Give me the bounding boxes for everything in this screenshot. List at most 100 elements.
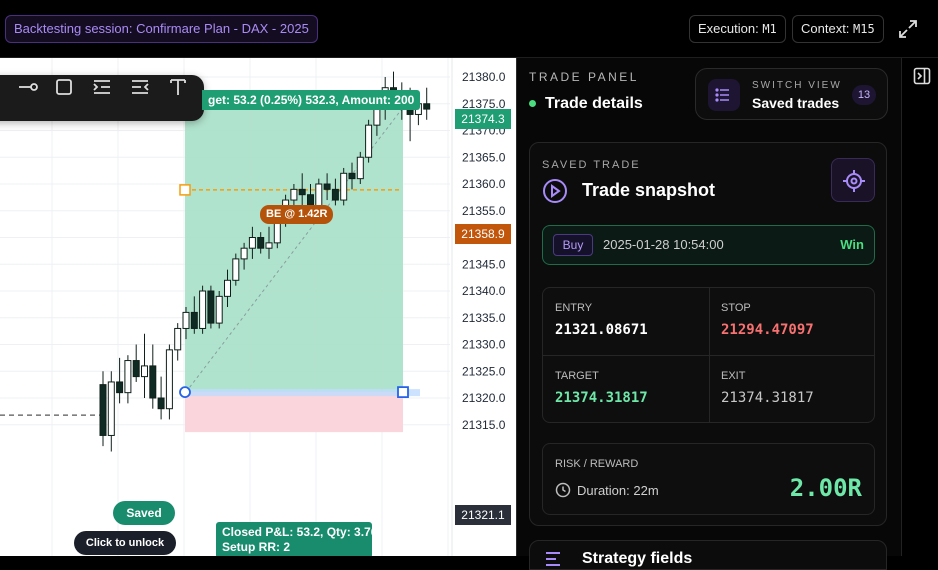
saved-count-badge: 13 <box>852 85 876 105</box>
trade-result-strip: Buy 2025-01-28 10:54:00 Win <box>542 225 875 265</box>
top-bar: Backtesting session: Confirmare Plan - D… <box>0 0 938 58</box>
execution-timeframe-pill[interactable]: Execution: M1 <box>689 15 786 43</box>
entry-label: ENTRY <box>555 302 593 314</box>
price-axis-label: 21380.0 <box>462 70 506 84</box>
price-axis-label: 21330.0 <box>462 338 506 352</box>
chart-canvas[interactable]: 21380.021375.021370.021365.021360.021355… <box>0 58 516 556</box>
price-chart[interactable]: 21380.0 21375.0 21370.0 21365.0 21360.0 21355… <box>0 58 516 556</box>
long-position-tool-icon[interactable] <box>90 75 114 99</box>
execution-label: Execution: <box>698 21 759 36</box>
exit-value: 21374.31817 <box>721 390 814 406</box>
candle-body <box>232 258 240 281</box>
price-axis-label: 21315.0 <box>462 418 506 432</box>
list-icon <box>708 79 740 111</box>
candle-body <box>248 237 256 249</box>
stop-label: STOP <box>721 302 751 314</box>
saved-badge[interactable]: Saved <box>113 501 175 525</box>
target-value: 21374.31817 <box>555 390 648 406</box>
price-axis-label: 21345.0 <box>462 257 506 271</box>
exit-handle <box>397 386 409 399</box>
price-grid: ENTRY 21321.08671 STOP 21294.47097 TARGE… <box>542 287 875 423</box>
breakeven-price-tag: 21358.9 <box>455 224 511 244</box>
collapse-panel-icon[interactable] <box>912 66 932 86</box>
locate-trade-button[interactable] <box>831 158 875 202</box>
expand-icon[interactable] <box>896 17 920 41</box>
panel-heading: TRADE PANEL <box>529 70 639 84</box>
candle-body <box>207 290 215 324</box>
candle-body <box>257 237 265 249</box>
candle-body <box>149 365 157 399</box>
entry-handle <box>179 386 191 399</box>
context-label: Context: <box>801 21 850 36</box>
candle-body <box>141 365 148 378</box>
price-axis-label: 21335.0 <box>462 311 506 325</box>
target-label: get: 53.2 (0.25%) 532.3, Amount: 200 <box>202 90 421 110</box>
candle-body <box>298 188 306 196</box>
context-value: M15 <box>853 22 875 36</box>
drawing-toolbar <box>0 75 204 121</box>
side-badge: Buy <box>553 234 593 256</box>
stop-value: 21294.47097 <box>721 322 814 338</box>
rr-label: RISK / REWARD <box>555 458 639 470</box>
rr-value: 2.00R <box>789 474 862 502</box>
risk-reward-box: RISK / REWARD Duration: 22m 2.00R <box>542 443 875 515</box>
candle-body <box>99 384 107 436</box>
play-icon <box>543 179 567 203</box>
rectangle-tool-icon[interactable] <box>52 75 76 99</box>
candle-body <box>199 290 207 329</box>
strategy-fields-title: Strategy fields <box>582 550 693 567</box>
candle-body <box>124 360 132 394</box>
text-tool-icon[interactable] <box>166 75 190 99</box>
card-kicker: SAVED TRADE <box>542 159 641 171</box>
candle-body <box>182 311 190 329</box>
entry-band <box>185 389 420 397</box>
candle-body <box>340 172 348 201</box>
price-axis-label: 21320.0 <box>462 391 506 405</box>
candle-body <box>365 124 373 158</box>
crosshair-icon <box>843 170 865 192</box>
candle-body <box>224 279 231 297</box>
status-dot <box>529 100 536 107</box>
grid-divider-horizontal <box>543 355 874 356</box>
line-tool-icon[interactable] <box>16 75 40 99</box>
execution-value: M1 <box>762 22 777 36</box>
switch-view-button[interactable]: SWITCH VIEW Saved trades 13 <box>695 68 888 120</box>
trade-result: Win <box>840 237 864 252</box>
candle-body <box>356 156 364 180</box>
trade-panel: TRADE PANEL Trade details SWITCH VIEW Sa… <box>517 58 901 570</box>
session-title-pill[interactable]: Backtesting session: Confirmare Plan - D… <box>5 15 318 43</box>
trade-timestamp: 2025-01-28 10:54:00 <box>603 237 724 252</box>
price-axis-label: 21365.0 <box>462 150 506 164</box>
panel-collapse-rail <box>901 58 938 556</box>
breakeven-handle <box>179 184 191 196</box>
switch-view-value: Saved trades <box>752 95 840 111</box>
candle-body <box>265 242 273 249</box>
price-axis-label: 21340.0 <box>462 284 506 298</box>
short-position-tool-icon[interactable] <box>128 75 152 99</box>
entry-price-tag: 21321.1 <box>455 505 511 525</box>
candle-body <box>240 247 248 260</box>
trade-snapshot-card: SAVED TRADE Trade snapshot Buy 2025-01-2… <box>529 142 887 526</box>
candle-body <box>157 397 165 410</box>
switch-view-label: SWITCH VIEW <box>752 80 842 91</box>
candle-body <box>107 381 115 436</box>
target-price-tag: 21374.3 <box>455 109 511 129</box>
unlock-button[interactable]: Click to unlock <box>74 531 176 555</box>
exit-label: EXIT <box>721 370 746 382</box>
price-axis-label: 21355.0 <box>462 204 506 218</box>
candle-body <box>165 349 173 410</box>
card-title: Trade snapshot <box>582 180 716 200</box>
candle-body <box>348 172 356 180</box>
entry-value: 21321.08671 <box>555 322 648 338</box>
setup-rr-text: Setup RR: 2 <box>222 540 291 554</box>
strategy-fields-section[interactable]: Strategy fields <box>529 540 887 570</box>
clock-icon <box>555 482 571 498</box>
context-timeframe-pill[interactable]: Context: M15 <box>792 15 884 43</box>
candle-body <box>132 360 140 378</box>
closed-pnl-label: Closed P&L: 53.2, Qty: 3.76 Setup RR: 2 <box>216 522 377 556</box>
candle-body <box>215 295 223 324</box>
breakeven-label: BE @ 1.42R <box>260 205 334 224</box>
loss-zone <box>185 392 403 433</box>
candle-body <box>331 188 339 201</box>
price-axis-label: 21325.0 <box>462 364 506 378</box>
